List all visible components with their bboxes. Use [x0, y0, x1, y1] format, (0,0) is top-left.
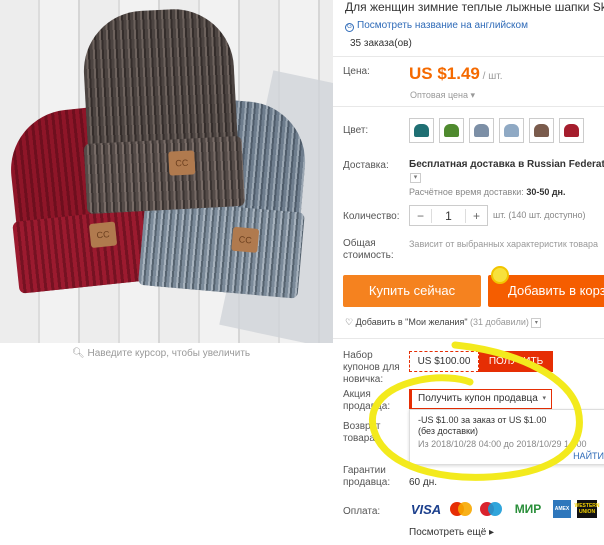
quantity-increase-button[interactable]: +: [465, 208, 487, 223]
more-payment-link[interactable]: Посмотреть ещё ▸: [409, 527, 494, 538]
color-swatch-2[interactable]: [439, 118, 464, 143]
find-coupon-link[interactable]: НАЙТИ: [573, 451, 604, 461]
quantity-stepper: − 1 +: [409, 205, 488, 226]
seller-coupon-select[interactable]: Получить купон продавца ▾: [409, 389, 552, 409]
hat-swatch-image: [534, 124, 549, 137]
color-swatches: [409, 118, 584, 143]
total-value: Зависит от выбранных характеристик товар…: [409, 239, 598, 249]
shipping-dropdown[interactable]: ▾: [410, 173, 421, 183]
hat-swatch-image: [474, 124, 489, 137]
shipping-method: Бесплатная доставка в Russian Federation: [409, 159, 604, 170]
guarantee-value: 60 дн.: [409, 477, 438, 488]
shipping-label: Доставка:: [343, 160, 389, 171]
divider: [333, 56, 604, 57]
color-swatch-3[interactable]: [469, 118, 494, 143]
hat-brown: CC: [80, 6, 246, 214]
wholesale-price-toggle[interactable]: Оптовая цена ▾: [410, 90, 475, 101]
color-swatch-1[interactable]: [409, 118, 434, 143]
cursor-marker-icon: [491, 266, 509, 284]
get-coupon-button[interactable]: ПОЛУЧИТЬ: [479, 351, 553, 372]
payment-label: Оплата:: [343, 506, 381, 517]
delivery-estimate: Расчётное время доставки: 30-50 дн.: [409, 187, 566, 197]
magnifier-icon: 🔍︎: [72, 348, 85, 359]
divider: [333, 106, 604, 107]
chevron-down-icon: ▾: [542, 395, 546, 402]
product-image[interactable]: CC CC CC: [0, 0, 333, 343]
hat-swatch-image: [414, 124, 429, 137]
globe-icon: G: [345, 23, 354, 32]
color-swatch-5[interactable]: [529, 118, 554, 143]
color-swatch-6[interactable]: [559, 118, 584, 143]
seller-coupon-popup: -US $1.00 за заказ от US $1.00 (без дост…: [409, 409, 604, 465]
seller-promo-label: Акция продавца:: [343, 389, 391, 412]
color-label: Цвет:: [343, 125, 369, 136]
product-info-panel: Для женщин зимние теплые лыжные шапки Sk…: [333, 0, 604, 545]
visa-logo: VISA: [410, 501, 442, 517]
maestro-logo: [479, 500, 503, 518]
mastercard-logo: [449, 500, 473, 518]
color-swatch-4[interactable]: [499, 118, 524, 143]
total-label: Общая стоимость:: [343, 238, 394, 261]
quantity-available: шт. (140 шт. доступно): [493, 210, 586, 220]
guarantee-label: Гарантии продавца:: [343, 465, 391, 488]
new-user-coupon-value: US $100.00: [409, 351, 479, 372]
price-label: Цена:: [343, 66, 370, 77]
price-value: US $1.49 / шт.: [409, 64, 503, 83]
product-title: Для женщин зимние теплые лыжные шапки Sk…: [345, 0, 604, 14]
hat-swatch-image: [504, 124, 519, 137]
hat-swatch-image: [564, 124, 579, 137]
orders-count: 35 заказа(ов): [350, 38, 412, 49]
payment-methods: VISA МИР AMEX WESTERN UNION: [409, 500, 600, 518]
new-user-coupon-label: Набор купонов для новичка:: [343, 350, 400, 385]
zoom-hint: 🔍︎ Наведите курсор, чтобы увеличить: [72, 348, 251, 359]
hat-swatch-image: [444, 124, 459, 137]
quantity-label: Количество:: [343, 211, 400, 222]
translate-link[interactable]: G Посмотреть название на английском: [345, 20, 528, 32]
quantity-decrease-button[interactable]: −: [410, 208, 432, 223]
mir-logo: МИР: [514, 502, 542, 516]
heart-icon: ♡: [345, 317, 354, 327]
wishlist-dropdown[interactable]: ▾: [531, 317, 542, 328]
western-union-logo: WESTERN UNION: [575, 500, 600, 518]
amex-logo: AMEX: [553, 500, 571, 518]
wishlist-link[interactable]: ♡ Добавить в "Мои желания" (31 добавили)…: [345, 317, 542, 328]
return-label: Возврат товара: [343, 421, 381, 444]
quantity-input[interactable]: 1: [432, 209, 465, 223]
divider: [333, 338, 604, 339]
buy-now-button[interactable]: Купить сейчас: [343, 275, 481, 307]
